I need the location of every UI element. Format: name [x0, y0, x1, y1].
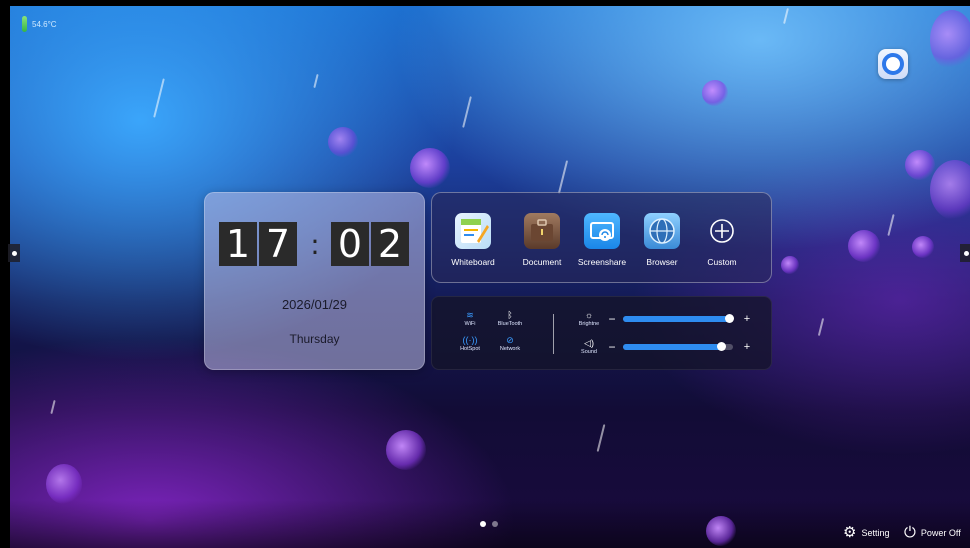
circle-app-icon: [882, 53, 904, 75]
bokeh-orb: [930, 10, 970, 70]
app-whiteboard[interactable]: Whiteboard: [441, 213, 505, 267]
sound-fill: [623, 343, 722, 350]
date-label: 2026/01/29: [281, 297, 348, 312]
bokeh-orb: [328, 127, 358, 157]
sound-label: ◁) Sound: [575, 338, 603, 355]
screenshare-icon: [584, 213, 620, 249]
corner-app-button[interactable]: [878, 49, 908, 79]
sound-knob[interactable]: [717, 341, 726, 351]
rain-streak: [887, 214, 895, 236]
app-label: Custom: [707, 257, 737, 267]
app-custom[interactable]: Custom: [690, 213, 754, 267]
network-toggle[interactable]: ⊘ Network: [490, 335, 530, 352]
setting-label: Setting: [861, 527, 890, 538]
quick-setting-label: BlueTooth: [497, 321, 523, 327]
hour-ones-digit: 7: [259, 222, 297, 266]
rain-streak: [596, 424, 606, 452]
bokeh-orb: [702, 80, 728, 106]
weekday-label: Thursday: [289, 332, 340, 346]
time-separator: :: [310, 227, 320, 261]
quick-setting-label: HotSpot: [460, 346, 480, 352]
brightness-label: ☼ Brightne: [575, 310, 603, 327]
app-document[interactable]: Document: [510, 213, 574, 267]
rain-streak: [50, 399, 56, 415]
dot-icon: [963, 250, 969, 256]
brightness-slider[interactable]: [623, 313, 734, 323]
slider-label-text: Sound: [581, 349, 597, 355]
page-indicator: [480, 521, 498, 527]
app-label: Document: [522, 257, 562, 267]
app-label: Whiteboard: [451, 257, 495, 267]
rain-streak: [783, 7, 789, 25]
desktop-background: 54.6°C 1 7 : 0 2 2026/01/29 Thursday Whi…: [0, 0, 970, 548]
app-label: Screenshare: [577, 257, 627, 267]
bokeh-orb: [410, 148, 450, 188]
rain-streak: [817, 318, 825, 336]
quick-setting-label: Network: [499, 346, 521, 352]
brightness-decrease-button[interactable]: −: [606, 312, 618, 326]
setting-button[interactable]: ⚙ Setting: [843, 525, 889, 540]
divider: [553, 314, 554, 354]
brightness-control: ☼ Brightne − +: [575, 310, 753, 327]
brightness-icon: ☼: [584, 310, 594, 320]
bokeh-orb: [912, 236, 934, 258]
wifi-toggle[interactable]: ≋ WiFi: [450, 310, 490, 327]
temperature-value: 54.6°C: [32, 19, 57, 29]
volume-icon: ◁): [584, 338, 594, 348]
app-browser[interactable]: Browser: [630, 213, 694, 267]
rain-streak: [462, 96, 472, 128]
quick-setting-label: WiFi: [464, 321, 476, 327]
document-icon: [524, 213, 560, 249]
power-icon: ⏻: [904, 524, 916, 541]
rain-streak: [153, 78, 165, 118]
temperature-indicator: 54.6°C: [22, 16, 57, 32]
page-dot-2[interactable]: [492, 521, 498, 527]
wifi-icon: ≋: [466, 310, 474, 320]
slider-label-text: Brightne: [578, 321, 600, 327]
hotspot-toggle[interactable]: ((·)) HotSpot: [450, 335, 490, 352]
whiteboard-icon: [455, 213, 491, 249]
clock-widget: 1 7 : 0 2 2026/01/29 Thursday: [204, 192, 425, 370]
quick-settings-panel: ≋ WiFi ᛒ BlueTooth ((·)) HotSpot ⊘ Netwo…: [431, 296, 772, 370]
sound-increase-button[interactable]: +: [741, 341, 753, 353]
network-icon: ⊘: [506, 335, 514, 345]
hotspot-icon: ((·)): [462, 335, 478, 345]
minute-tens-digit: 0: [331, 222, 369, 266]
bokeh-orb: [706, 516, 736, 546]
page-dot-1[interactable]: [480, 521, 486, 527]
screen-bezel-left: [0, 0, 10, 548]
bokeh-orb: [905, 150, 935, 180]
app-label: Browser: [646, 257, 678, 267]
bokeh-orb: [46, 464, 82, 504]
minute-ones-digit: 2: [371, 222, 409, 266]
gear-icon: ⚙: [843, 524, 857, 541]
thermometer-icon: [22, 16, 27, 32]
sound-decrease-button[interactable]: −: [606, 340, 618, 354]
app-screenshare[interactable]: Screenshare: [570, 213, 634, 267]
rain-streak: [557, 160, 569, 194]
time-display: 1 7 : 0 2: [219, 222, 411, 266]
brightness-knob[interactable]: [724, 313, 734, 323]
power-off-label: Power Off: [920, 527, 961, 538]
next-page-handle[interactable]: [960, 244, 970, 262]
bokeh-orb: [386, 430, 426, 470]
browser-icon: [644, 213, 680, 249]
brightness-increase-button[interactable]: +: [741, 313, 753, 325]
bokeh-orb: [781, 256, 799, 274]
bluetooth-icon: ᛒ: [507, 310, 513, 320]
power-off-button[interactable]: ⏻ Power Off: [904, 525, 961, 540]
screen-bezel-top: [0, 0, 970, 6]
dot-icon: [11, 250, 17, 256]
bokeh-orb: [930, 160, 970, 220]
previous-page-handle[interactable]: [8, 244, 20, 262]
add-circle-icon: [704, 213, 740, 249]
brightness-fill: [623, 315, 730, 322]
hour-tens-digit: 1: [219, 222, 257, 266]
app-launcher: Whiteboard Document Screenshare Browser …: [431, 192, 772, 283]
rain-streak: [313, 73, 319, 89]
sound-control: ◁) Sound − +: [575, 338, 753, 355]
bluetooth-toggle[interactable]: ᛒ BlueTooth: [490, 310, 530, 327]
bokeh-orb: [848, 230, 880, 262]
sound-slider[interactable]: [623, 341, 733, 351]
